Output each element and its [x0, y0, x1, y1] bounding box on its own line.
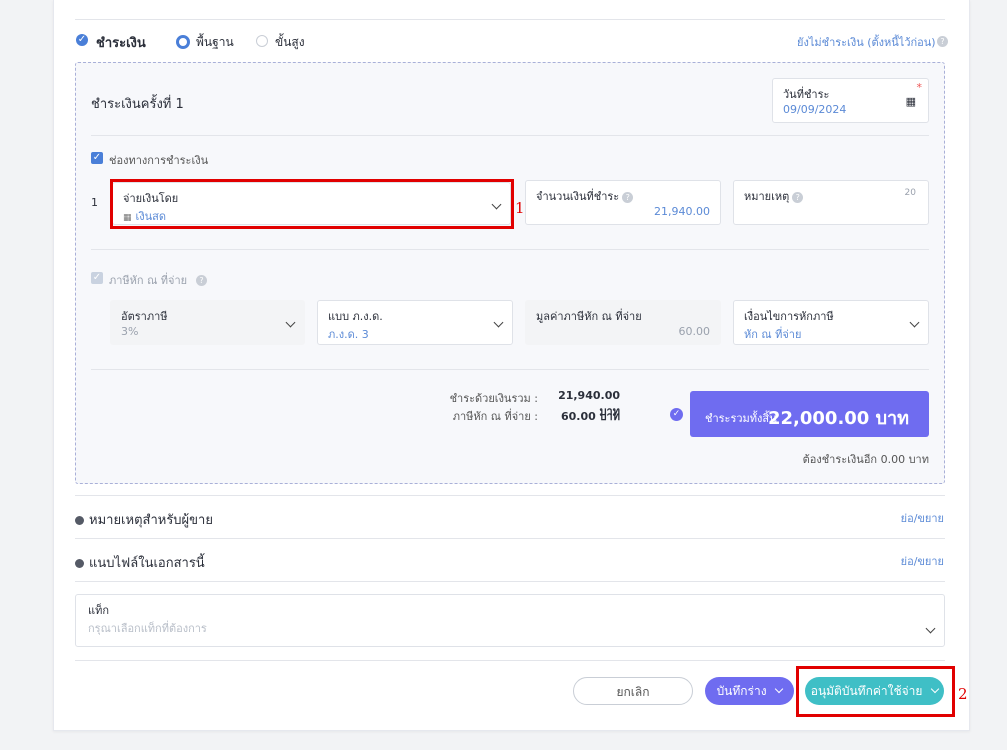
chevron-down-icon [775, 684, 784, 694]
tax-form-label: แบบ ภ.ง.ด. [328, 310, 383, 323]
save-draft-label: บันทึกร่าง [716, 684, 767, 698]
installment-title: ชำระเงินครั้งที่ 1 [91, 97, 184, 112]
payment-date-field[interactable]: วันที่ชำระ * 09/09/2024 ▦ [772, 78, 929, 123]
tax-rate-label: อัตราภาษี [121, 310, 168, 323]
chevron-down-icon [285, 317, 296, 328]
wht-label: ภาษีหัก ณ ที่จ่าย : [452, 410, 538, 423]
required-mark: * [916, 81, 923, 94]
divider [75, 660, 945, 661]
divider [91, 249, 929, 250]
divider [75, 495, 945, 496]
note-char-limit: 20 [904, 188, 916, 198]
divider [91, 369, 929, 370]
amount-field[interactable]: จำนวนเงินที่ชำระ? 21,940.00 [525, 180, 721, 225]
tax-rate-select: อัตราภาษี 3% [110, 300, 305, 345]
help-icon[interactable]: ? [196, 275, 207, 286]
annotation-number-2: 2 [958, 685, 968, 703]
channels-checkbox[interactable]: ✓ [91, 152, 103, 164]
seller-note-toggle[interactable]: ย่อ/ขยาย [880, 509, 944, 527]
divider [75, 19, 945, 20]
annotation-box-2 [796, 666, 955, 717]
chevron-down-icon[interactable] [925, 623, 936, 634]
bullet-icon [75, 559, 84, 568]
help-icon[interactable]: ? [792, 191, 804, 203]
tax-condition-value: หัก ณ ที่จ่าย [744, 328, 802, 341]
save-draft-button[interactable]: บันทึกร่าง [705, 677, 794, 705]
note-label: หมายเหตุ [744, 190, 790, 203]
date-value: 09/09/2024 [783, 103, 847, 116]
calendar-icon[interactable]: ▦ [906, 95, 916, 108]
attach-title: แนบไฟล์ในเอกสารนี้ [89, 556, 205, 571]
attach-toggle[interactable]: ย่อ/ขยาย [880, 552, 944, 570]
annotation-box-1 [110, 179, 514, 229]
note-field[interactable]: หมายเหตุ? 20 [733, 180, 929, 225]
tax-form-value: ภ.ง.ด. 3 [328, 328, 369, 341]
radio-basic-label[interactable]: พื้นฐาน [196, 33, 234, 52]
date-label: วันที่ชำระ [783, 88, 830, 101]
amount-label-wrap: จำนวนเงินที่ชำระ? [536, 187, 634, 205]
radio-advanced-label[interactable]: ขั้นสูง [275, 33, 305, 52]
divider [91, 135, 929, 136]
tax-amount-label: มูลค่าภาษีหัก ณ ที่จ่าย [536, 310, 642, 323]
tag-label: แท็ก [88, 604, 110, 617]
bullet-icon [75, 516, 84, 525]
chevron-down-icon[interactable] [909, 317, 920, 328]
amount-value: 21,940.00 [654, 205, 710, 218]
check-circle-icon: ✓ [670, 408, 683, 421]
withholding-label: ภาษีหัก ณ ที่จ่าย [109, 274, 188, 287]
amount-label: จำนวนเงินที่ชำระ [536, 190, 620, 203]
annotation-number-1: 1 [515, 199, 525, 217]
radio-advanced[interactable] [256, 35, 268, 47]
tax-amount-field: มูลค่าภาษีหัก ณ ที่จ่าย 60.00 [525, 300, 721, 345]
note-label-wrap: หมายเหตุ? [744, 187, 804, 205]
withholding-checkbox: ✓ [91, 272, 103, 284]
wht-value: 60.00 บาท [560, 410, 620, 423]
grand-total-label: ชำระรวมทั้งสิ้น [705, 412, 777, 425]
divider [75, 581, 945, 582]
seller-note-section[interactable]: หมายเหตุสำหรับผู้ขาย [75, 509, 213, 530]
grand-total-box: ชำระรวมทั้งสิ้น 22,000.00 บาท [690, 391, 929, 437]
help-icon[interactable]: ? [622, 191, 634, 203]
radio-basic[interactable] [176, 35, 190, 49]
channels-label: ช่องทางการชำระเงิน [109, 154, 209, 167]
payment-check-icon[interactable]: ✓ [76, 34, 88, 46]
cancel-button[interactable]: ยกเลิก [573, 677, 693, 705]
tag-placeholder: กรุณาเลือกแท็กที่ต้องการ [88, 622, 207, 635]
help-icon[interactable]: ? [937, 36, 948, 47]
chevron-down-icon[interactable] [493, 317, 504, 328]
seller-note-title: หมายเหตุสำหรับผู้ขาย [89, 513, 213, 528]
tax-rate-value: 3% [121, 325, 139, 338]
channel-row-index: 1 [91, 196, 98, 209]
tax-condition-label: เงื่อนไขการหักภาษี [744, 310, 834, 323]
tax-condition-select[interactable]: เงื่อนไขการหักภาษี หัก ณ ที่จ่าย [733, 300, 929, 345]
paid-total-label: ชำระด้วยเงินรวม : [449, 392, 538, 405]
remaining-amount: ต้องชำระเงินอีก 0.00 บาท [802, 453, 929, 466]
tax-amount-value: 60.00 [678, 325, 711, 338]
divider [75, 538, 945, 539]
payment-title: ชำระเงิน [96, 36, 146, 51]
tag-select[interactable]: แท็ก กรุณาเลือกแท็กที่ต้องการ [75, 594, 945, 647]
tax-form-select[interactable]: แบบ ภ.ง.ด. ภ.ง.ด. 3 [317, 300, 513, 345]
attach-section[interactable]: แนบไฟล์ในเอกสารนี้ [75, 552, 205, 573]
grand-total-value: 22,000.00 บาท [767, 408, 909, 429]
unpaid-link[interactable]: ยังไม่ชำระเงิน (ตั้งหนี้ไว้ก่อน) [797, 33, 936, 51]
